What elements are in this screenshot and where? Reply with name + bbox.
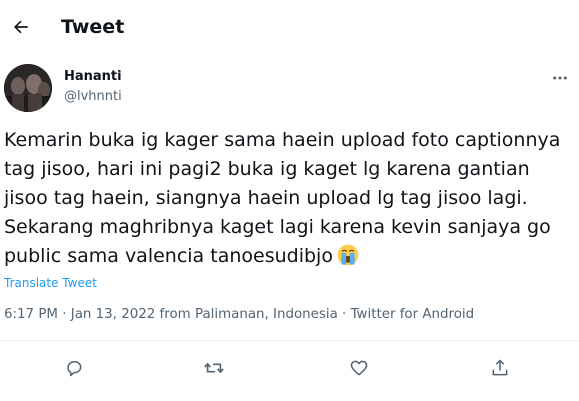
- tweet-text: Kemarin buka ig kager sama haein upload …: [4, 126, 576, 271]
- back-button[interactable]: [4, 10, 38, 44]
- share-button[interactable]: [486, 354, 514, 382]
- page-title: Tweet: [61, 16, 125, 38]
- top-bar: Tweet: [0, 0, 579, 54]
- divider: [0, 340, 579, 341]
- share-icon: [492, 359, 508, 376]
- avatar-photo: [4, 64, 52, 112]
- author-name[interactable]: Hananti: [64, 69, 122, 85]
- tweet-location[interactable]: from Palimanan, Indonesia: [160, 307, 338, 322]
- loudly-crying-face-emoji: [337, 244, 359, 266]
- reply-button[interactable]: [60, 354, 88, 382]
- more-horizontal-icon: [553, 76, 567, 80]
- more-button[interactable]: [548, 66, 572, 90]
- avatar[interactable]: [4, 64, 52, 112]
- tweet-date[interactable]: Jan 13, 2022: [71, 307, 156, 322]
- like-icon: [350, 360, 368, 376]
- tweet-body: Kemarin buka ig kager sama haein upload …: [4, 129, 561, 267]
- meta-separator: ·: [337, 307, 351, 322]
- author-handle[interactable]: @lvhnnti: [64, 89, 122, 105]
- tweet-client[interactable]: Twitter for Android: [351, 307, 475, 322]
- tweet-meta: 6:17 PM · Jan 13, 2022 from Palimanan, I…: [4, 306, 474, 324]
- translate-tweet-link[interactable]: Translate Tweet: [4, 275, 97, 291]
- retweet-icon: [204, 362, 224, 374]
- like-button[interactable]: [345, 354, 373, 382]
- arrow-left-icon: [14, 20, 28, 34]
- action-bar: [0, 348, 579, 388]
- reply-icon: [67, 361, 82, 377]
- retweet-button[interactable]: [200, 354, 228, 382]
- tweet-time[interactable]: 6:17 PM: [4, 307, 58, 322]
- meta-separator: ·: [57, 307, 71, 322]
